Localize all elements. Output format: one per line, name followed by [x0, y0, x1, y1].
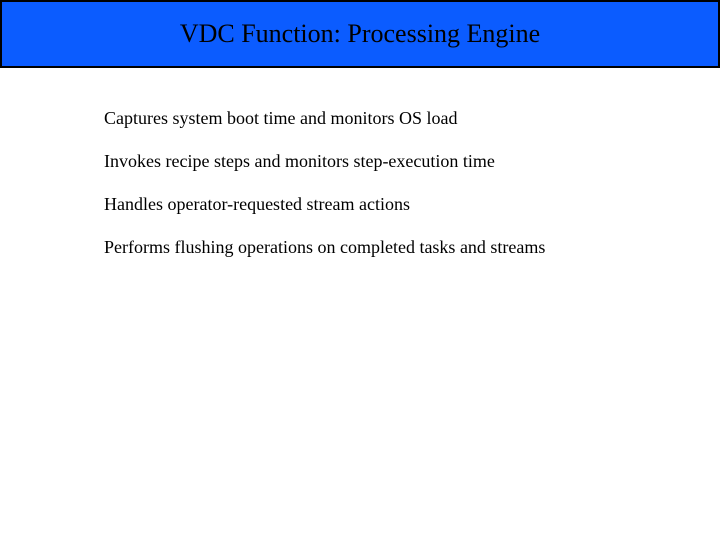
bullet-item: Captures system boot time and monitors O… — [104, 108, 720, 129]
bullet-item: Handles operator-requested stream action… — [104, 194, 720, 215]
slide-content: Captures system boot time and monitors O… — [0, 68, 720, 258]
slide-header: VDC Function: Processing Engine — [0, 0, 720, 68]
bullet-item: Invokes recipe steps and monitors step-e… — [104, 151, 720, 172]
slide-title: VDC Function: Processing Engine — [180, 19, 540, 49]
bullet-item: Performs flushing operations on complete… — [104, 237, 720, 258]
